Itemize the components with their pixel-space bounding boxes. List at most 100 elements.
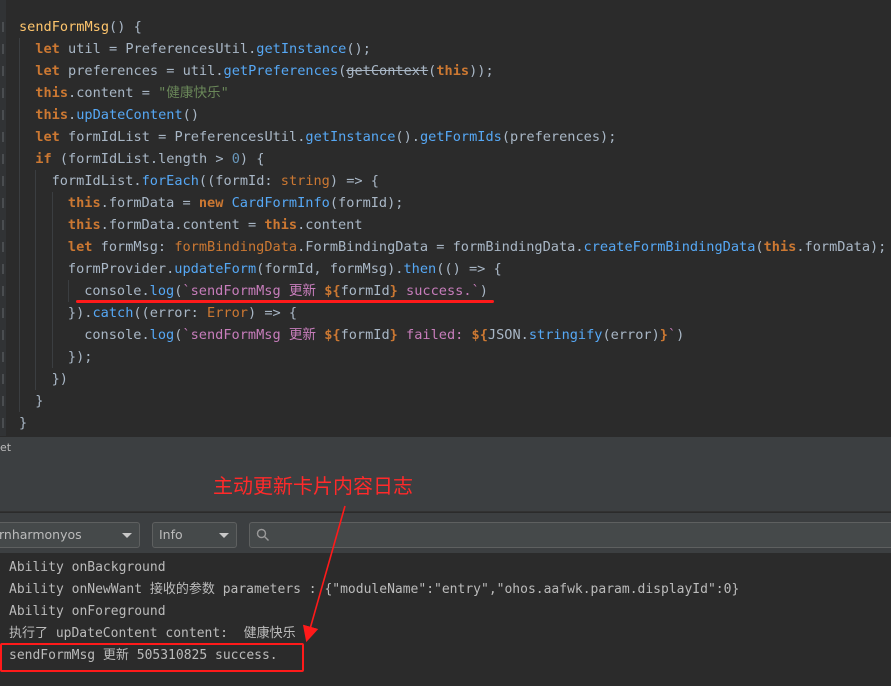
code-token: getContext (346, 63, 429, 79)
code-line[interactable]: this.upDateContent() (35, 104, 199, 126)
code-token: } (389, 327, 398, 343)
code-token: `sendFormMsg 更新 (182, 327, 325, 343)
code-line[interactable]: this.content = "健康快乐" (35, 82, 229, 104)
gutter-mark (2, 242, 4, 252)
code-line[interactable]: formIdList.forEach((formId: string) => { (52, 170, 379, 192)
device-select[interactable]: rnharmonyos (0, 522, 140, 548)
code-token: formIdList. (51, 173, 142, 189)
gutter-mark (2, 374, 4, 384)
log-line: Ability onForeground (9, 604, 166, 619)
chevron-down-icon (219, 533, 229, 538)
code-token: catch (92, 305, 134, 321)
code-token: .formData); (796, 239, 887, 255)
code-line[interactable]: this.formData.content = this.content (68, 214, 363, 236)
code-token: this (67, 217, 101, 233)
code-line[interactable]: sendFormMsg() { (19, 16, 142, 38)
code-line[interactable]: console.log(`sendFormMsg 更新 ${formId} fa… (84, 324, 684, 346)
gutter-mark (2, 220, 4, 230)
log-level-select-value: Info (159, 527, 183, 542)
chevron-down-icon (122, 533, 132, 538)
annotation-label: 主动更新卡片内容日志 (213, 474, 413, 498)
gutter-mark (2, 132, 4, 142)
code-token: this (67, 195, 101, 211)
code-token: new (198, 195, 232, 211)
gutter-mark (2, 330, 4, 340)
log-search-input[interactable] (249, 522, 891, 548)
gutter-mark (2, 176, 4, 186)
log-panel-title: et (0, 436, 891, 458)
code-token: (formIdList.length > (59, 151, 232, 167)
code-token: . (68, 107, 77, 123)
code-token: (() => { (436, 261, 502, 277)
code-line[interactable]: } (19, 412, 27, 434)
code-token: createFormBindingData (583, 239, 756, 255)
code-token: string (280, 173, 330, 189)
code-token: ) (676, 327, 685, 343)
code-line[interactable]: this.formData = new CardFormInfo(formId)… (68, 192, 404, 214)
code-token: (). (395, 129, 420, 145)
code-token: stringify (528, 327, 603, 343)
code-token: () (182, 107, 200, 123)
log-line: Ability onBackground (9, 560, 166, 575)
code-token: formMsg: (100, 239, 175, 255)
gutter-mark (2, 22, 4, 32)
code-token: .formData.content = (100, 217, 265, 233)
code-token: ) { (239, 151, 265, 167)
code-editor[interactable]: sendFormMsg() {let util = PreferencesUti… (0, 0, 891, 436)
code-line[interactable]: let formIdList = PreferencesUtil.getInst… (35, 126, 616, 148)
code-token: log (149, 327, 175, 343)
search-icon (256, 528, 269, 541)
code-line[interactable]: }) (52, 368, 68, 390)
indent-guide (19, 38, 20, 412)
code-token: (error) (602, 327, 660, 343)
code-token: .content (297, 217, 363, 233)
log-panel-toolbar (0, 458, 891, 512)
code-token: Error (207, 305, 248, 321)
code-token: let (35, 63, 69, 79)
code-token: ((formId: (198, 173, 281, 189)
code-line[interactable]: if (formIdList.length > 0) { (35, 148, 264, 170)
code-line[interactable]: } (35, 390, 43, 412)
code-token: log (149, 283, 175, 299)
code-token: let (35, 41, 69, 57)
code-token: () { (109, 19, 142, 35)
code-token: .FormBindingData = formBindingData. (297, 239, 584, 255)
code-line[interactable]: console.log(`sendFormMsg 更新 ${formId} su… (84, 280, 488, 302)
gutter-mark (2, 308, 4, 318)
log-line: 执行了 upDateContent content: 健康快乐 (9, 626, 296, 641)
code-token: `sendFormMsg 更新 (182, 283, 325, 299)
code-token: util = PreferencesUtil. (68, 41, 257, 57)
code-token: this (35, 85, 69, 101)
code-line[interactable]: formProvider.updateForm(formId, formMsg)… (68, 258, 502, 280)
code-token: ${ (324, 283, 341, 299)
code-token: (); (346, 41, 371, 57)
gutter-mark (2, 264, 4, 274)
code-token: } (389, 283, 398, 299)
code-token: formProvider. (67, 261, 175, 277)
code-token: } (19, 415, 28, 431)
log-panel-title-text: et (0, 441, 12, 454)
code-token: }); (67, 349, 93, 365)
code-token: } (659, 327, 668, 343)
code-token: console. (84, 283, 150, 299)
gutter-mark (2, 198, 4, 208)
log-level-select[interactable]: Info (152, 522, 237, 548)
code-token: .formData = (100, 195, 199, 211)
code-token: }) (51, 371, 68, 387)
code-token: console. (84, 327, 150, 343)
gutter-mark (2, 66, 4, 76)
code-token: then (403, 261, 437, 277)
code-line[interactable]: let preferences = util.getPreferences(ge… (35, 60, 493, 82)
code-token: ${ (471, 327, 488, 343)
indent-guide (68, 280, 69, 302)
code-token: ((error: (133, 305, 208, 321)
code-token: let (35, 129, 69, 145)
code-line[interactable]: }); (68, 346, 93, 368)
code-token: getPreferences (223, 63, 339, 79)
gutter-mark (2, 396, 4, 406)
code-line[interactable]: let formMsg: formBindingData.FormBinding… (68, 236, 886, 258)
code-line[interactable]: }).catch((error: Error) => { (68, 302, 297, 324)
code-token: forEach (141, 173, 199, 189)
code-token: JSON. (487, 327, 529, 343)
code-line[interactable]: let util = PreferencesUtil.getInstance()… (35, 38, 371, 60)
